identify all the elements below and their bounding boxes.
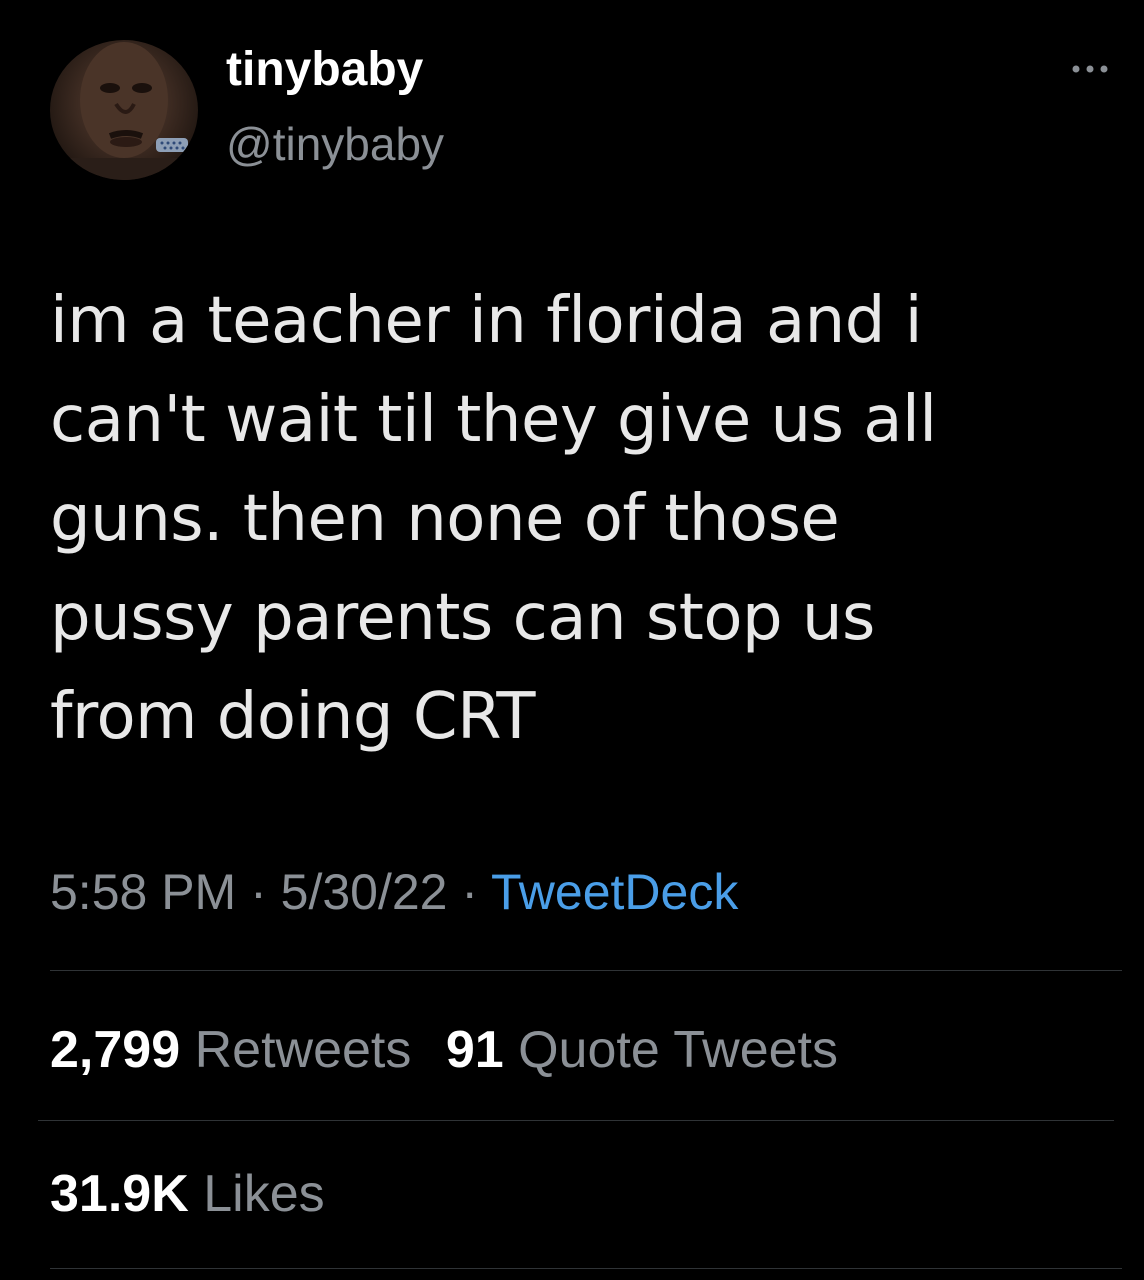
- likes-label: Likes: [203, 1165, 325, 1223]
- divider: [38, 1120, 1114, 1121]
- avatar[interactable]: [50, 40, 198, 180]
- tweet-metadata: 5:58 PM · 5/30/22 · TweetDeck: [50, 858, 738, 926]
- quote-tweets-stat[interactable]: 91 Quote Tweets: [446, 1016, 838, 1084]
- likes-stat[interactable]: 31.9K Likes: [50, 1160, 325, 1228]
- tweet-detail: tinybaby @tinybaby im a teacher in flori…: [0, 0, 1144, 1280]
- retweets-stat[interactable]: 2,799 Retweets: [50, 1016, 411, 1084]
- meta-separator: ·: [447, 864, 492, 920]
- profile-photo-icon: [70, 42, 188, 180]
- likes-count: 31.9K: [50, 1165, 189, 1223]
- tweet-source-link[interactable]: TweetDeck: [491, 864, 738, 920]
- quote-tweets-count: 91: [445, 1021, 504, 1079]
- tweet-text-line: guns. then none of those: [50, 482, 840, 556]
- more-dots-icon: [1072, 65, 1108, 73]
- retweets-label: Retweets: [194, 1021, 412, 1079]
- tweet-text-line: im a teacher in florida and i: [50, 284, 922, 358]
- divider: [50, 1268, 1122, 1269]
- quote-tweets-label: Quote Tweets: [518, 1021, 839, 1079]
- divider: [50, 970, 1122, 971]
- more-options-button[interactable]: [1068, 56, 1120, 82]
- tweet-date[interactable]: 5/30/22: [281, 864, 448, 920]
- tweet-text-line: can't wait til they give us all: [50, 383, 937, 457]
- handle[interactable]: @tinybaby: [226, 114, 444, 174]
- meta-separator: ·: [236, 864, 281, 920]
- tweet-time[interactable]: 5:58 PM: [50, 864, 236, 920]
- engagement-stats-row: 2,799 Retweets 91 Quote Tweets: [50, 1016, 858, 1084]
- likes-stats-row: 31.9K Likes: [50, 1160, 345, 1228]
- retweets-count: 2,799: [50, 1021, 181, 1079]
- tweet-text-line: pussy parents can stop us: [50, 581, 875, 655]
- tweet-text: im a teacher in florida and i can't wait…: [50, 272, 1110, 767]
- display-name[interactable]: tinybaby: [226, 40, 423, 100]
- tweet-text-line: from doing CRT: [50, 680, 535, 754]
